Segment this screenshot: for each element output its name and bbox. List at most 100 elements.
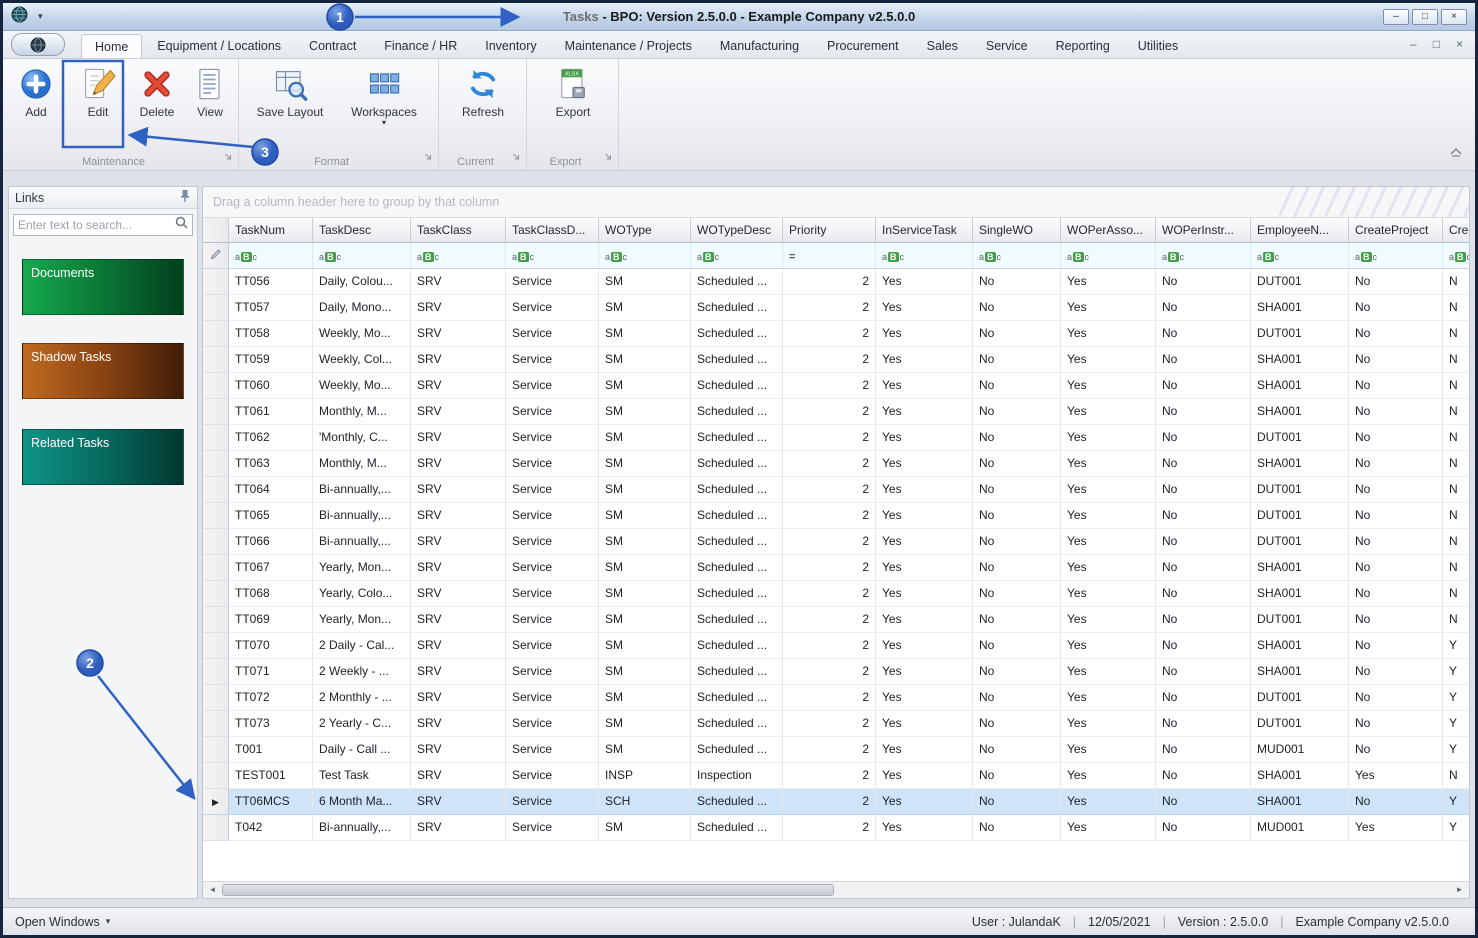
pin-icon[interactable] (179, 189, 191, 206)
scrollbar-thumb[interactable] (222, 884, 834, 896)
filter-cell[interactable]: aBc (506, 243, 599, 268)
table-row[interactable]: T042 Bi-annually,... SRV Service SM Scheduled… (203, 815, 1469, 841)
filter-cell[interactable]: aBc (1061, 243, 1156, 268)
quick-access-dropdown-icon[interactable]: ▾ (38, 11, 43, 22)
export-button[interactable]: XLSX Export (543, 64, 603, 119)
workspaces-button[interactable]: Workspaces ▾ (343, 64, 425, 127)
table-row[interactable]: TT056 Daily, Colou... SRV Service SM Schedule… (203, 269, 1469, 295)
filter-cell[interactable]: aBc (1349, 243, 1443, 268)
tab-utilities[interactable]: Utilities (1125, 34, 1191, 58)
ribbon-collapse-icon[interactable] (1449, 144, 1463, 162)
column-header[interactable]: Priority (783, 218, 876, 242)
sidebar-tile-related-tasks[interactable]: Related Tasks (22, 429, 184, 485)
tab-reporting[interactable]: Reporting (1043, 34, 1123, 58)
table-row[interactable]: TT057 Daily, Mono... SRV Service SM Scheduled… (203, 295, 1469, 321)
table-row[interactable]: T001 Daily - Call ... SRV Service SM Schedule… (203, 737, 1469, 763)
column-header[interactable]: WOPerInstr... (1156, 218, 1251, 242)
table-row[interactable]: TT073 2 Yearly - C... SRV Service SM Schedule… (203, 711, 1469, 737)
tab-inventory[interactable]: Inventory (472, 34, 549, 58)
table-row[interactable]: TT070 2 Daily - Cal... SRV Service SM Schedul… (203, 633, 1469, 659)
table-row[interactable]: TT071 2 Weekly - ... SRV Service SM Scheduled… (203, 659, 1469, 685)
table-row[interactable]: TT063 Monthly, M... SRV Service SM Scheduled … (203, 451, 1469, 477)
ribbon-restore-icon[interactable]: □ (1433, 37, 1440, 51)
column-header[interactable]: WOTypeDesc (691, 218, 783, 242)
grid-cell: Y (1443, 711, 1469, 737)
tab-home[interactable]: Home (81, 34, 143, 58)
table-row[interactable]: TT066 Bi-annually,... SRV Service SM Schedule… (203, 529, 1469, 555)
tab-sales[interactable]: Sales (914, 34, 971, 58)
row-indicator (203, 347, 229, 373)
add-button[interactable]: Add (11, 64, 61, 119)
column-header[interactable]: SingleWO (973, 218, 1061, 242)
column-header[interactable]: TaskClass (411, 218, 506, 242)
tab-finance-hr[interactable]: Finance / HR (371, 34, 470, 58)
group-launcher-icon[interactable] (604, 148, 613, 166)
filter-cell[interactable]: aBc (1251, 243, 1349, 268)
group-launcher-icon[interactable] (512, 148, 521, 166)
table-row[interactable]: TT058 Weekly, Mo... SRV Service SM Scheduled … (203, 321, 1469, 347)
open-windows-button[interactable]: Open Windows ▾ (15, 915, 110, 929)
ribbon-close-icon[interactable]: × (1456, 37, 1463, 51)
filter-cell[interactable]: aBc (691, 243, 783, 268)
table-row[interactable]: TT072 2 Monthly - ... SRV Service SM Schedule… (203, 685, 1469, 711)
filter-cell[interactable]: aBc (411, 243, 506, 268)
filter-cell[interactable]: aBc (599, 243, 691, 268)
filter-cell[interactable]: aBc (973, 243, 1061, 268)
column-header[interactable]: EmployeeN... (1251, 218, 1349, 242)
column-header[interactable]: WOPerAsso... (1061, 218, 1156, 242)
table-row[interactable]: TT062 'Monthly, C... SRV Service SM Scheduled… (203, 425, 1469, 451)
column-header[interactable]: TaskClassD... (506, 218, 599, 242)
group-launcher-icon[interactable] (224, 148, 233, 166)
grid-cell: 2 Monthly - ... (313, 685, 411, 711)
minimize-button[interactable]: – (1383, 8, 1409, 25)
table-row[interactable]: TT060 Weekly, Mo... SRV Service SM Scheduled … (203, 373, 1469, 399)
table-row[interactable]: TT067 Yearly, Mon... SRV Service SM Scheduled… (203, 555, 1469, 581)
sidebar-tile-documents[interactable]: Documents (22, 259, 184, 315)
tab-service[interactable]: Service (973, 34, 1041, 58)
filter-cell[interactable]: = (783, 243, 876, 268)
search-input[interactable] (18, 218, 175, 232)
table-row[interactable]: TT065 Bi-annually,... SRV Service SM Schedule… (203, 503, 1469, 529)
tab-contract[interactable]: Contract (296, 34, 369, 58)
scroll-left-icon[interactable]: ◄ (204, 883, 221, 897)
sidebar-tile-shadow-tasks[interactable]: Shadow Tasks (22, 343, 184, 399)
scroll-right-icon[interactable]: ► (1451, 883, 1468, 897)
grid-cell: 2 (783, 685, 876, 711)
filter-cell[interactable]: aBc (1443, 243, 1469, 268)
horizontal-scrollbar[interactable]: ◄ ► (203, 881, 1469, 898)
tab-equipment-locations[interactable]: Equipment / Locations (144, 34, 294, 58)
filter-cell[interactable]: aBc (1156, 243, 1251, 268)
table-row[interactable]: ▶ TT06MCS 6 Month Ma... SRV Service SCH Schedu… (203, 789, 1469, 815)
tab-maintenance-projects[interactable]: Maintenance / Projects (552, 34, 705, 58)
group-launcher-icon[interactable] (424, 148, 433, 166)
edit-button[interactable]: Edit (69, 64, 127, 119)
column-header[interactable]: TaskNum (229, 218, 313, 242)
refresh-button[interactable]: Refresh (453, 64, 513, 119)
close-button[interactable]: × (1441, 8, 1467, 25)
column-header[interactable]: TaskDesc (313, 218, 411, 242)
column-header[interactable]: CreateProject (1349, 218, 1443, 242)
ribbon-minimize-icon[interactable]: – (1410, 37, 1417, 51)
column-header[interactable]: InServiceTask (876, 218, 973, 242)
maximize-button[interactable]: □ (1412, 8, 1438, 25)
grid-cell: 2 (783, 555, 876, 581)
table-row[interactable]: TT069 Yearly, Mon... SRV Service SM Scheduled… (203, 607, 1469, 633)
delete-button[interactable]: Delete (131, 64, 183, 119)
table-row[interactable]: TEST001 Test Task SRV Service INSP Inspection… (203, 763, 1469, 789)
app-menu-button[interactable] (11, 33, 65, 56)
group-by-hint[interactable]: Drag a column header here to group by th… (203, 187, 1469, 218)
filter-cell[interactable]: aBc (229, 243, 313, 268)
tab-manufacturing[interactable]: Manufacturing (707, 34, 812, 58)
view-button[interactable]: View (185, 64, 235, 119)
filter-cell[interactable]: aBc (313, 243, 411, 268)
table-row[interactable]: TT059 Weekly, Col... SRV Service SM Scheduled… (203, 347, 1469, 373)
filter-cell[interactable]: aBc (876, 243, 973, 268)
table-row[interactable]: TT061 Monthly, M... SRV Service SM Scheduled … (203, 399, 1469, 425)
table-row[interactable]: TT068 Yearly, Colo... SRV Service SM Schedule… (203, 581, 1469, 607)
tab-procurement[interactable]: Procurement (814, 34, 912, 58)
column-header[interactable]: WOType (599, 218, 691, 242)
table-row[interactable]: TT064 Bi-annually,... SRV Service SM Schedule… (203, 477, 1469, 503)
search-icon[interactable] (175, 216, 188, 234)
save-layout-button[interactable]: Save Layout (251, 64, 329, 119)
column-header[interactable]: Crea (1443, 218, 1469, 242)
